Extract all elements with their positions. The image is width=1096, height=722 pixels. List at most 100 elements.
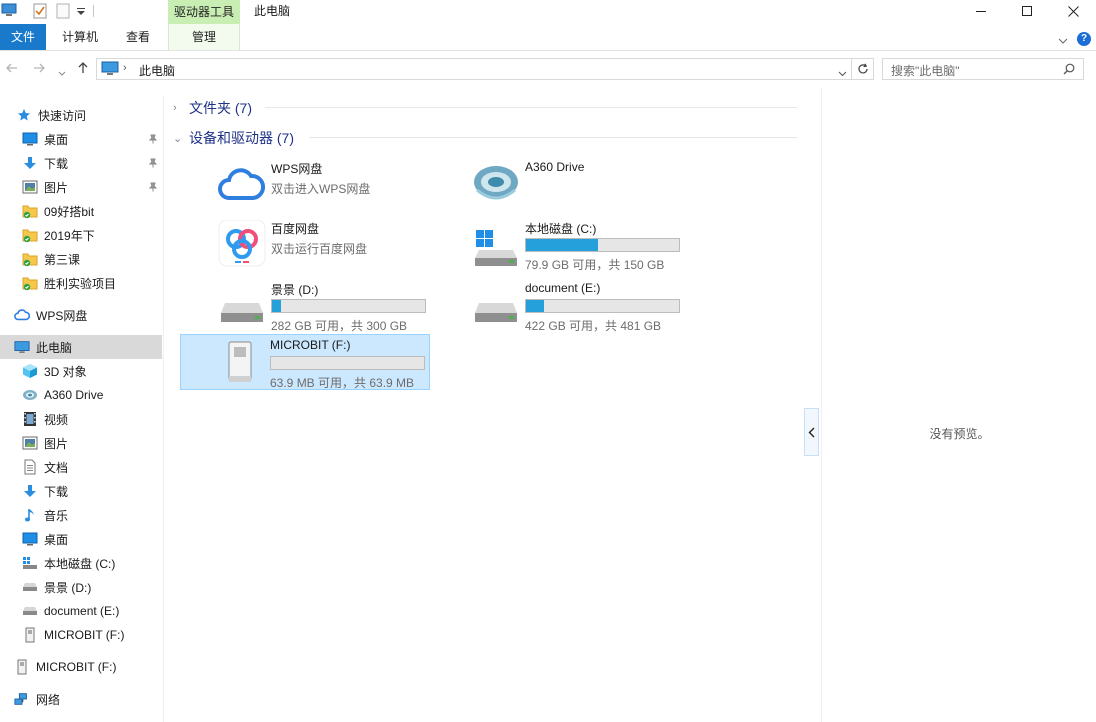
hard-drive-icon <box>471 281 521 329</box>
sidebar-item-folder-lesson3[interactable]: 第三课 <box>0 247 162 271</box>
tab-manage[interactable]: 管理 <box>168 24 240 50</box>
sidebar-item-network[interactable]: 网络 <box>0 687 162 711</box>
folder-sync-icon <box>22 251 38 267</box>
group-devices-header[interactable]: ⌄ 设备和驱动器 (7) <box>173 128 294 148</box>
sidebar-item-3d-objects[interactable]: 3D 对象 <box>0 359 162 383</box>
device-name: 本地磁盘 (C:) <box>525 222 597 236</box>
address-bar[interactable]: › 此电脑 <box>96 58 852 80</box>
desktop-icon <box>22 131 38 147</box>
group-folders-label: 文件夹 (7) <box>189 100 252 116</box>
drive-usage-bar <box>525 238 680 252</box>
sidebar-item-wps-cloud[interactable]: WPS网盘 <box>0 303 162 327</box>
up-arrow-icon[interactable] <box>77 62 89 77</box>
device-tile-baidu[interactable]: 百度网盘 双击运行百度网盘 <box>181 216 431 272</box>
sidebar-item-documents[interactable]: 文档 <box>0 455 162 479</box>
help-button[interactable]: ? <box>1077 32 1091 46</box>
ribbon-tab-bar: 文件 计算机 查看 管理 ? <box>0 24 1096 51</box>
address-history-icon[interactable] <box>838 66 847 80</box>
new-folder-icon[interactable] <box>56 3 70 22</box>
sidebar-item-drive-e[interactable]: document (E:) <box>0 599 162 623</box>
drive-usage-text: 422 GB 可用，共 481 GB <box>525 319 662 333</box>
device-name: WPS网盘 <box>271 162 323 176</box>
back-arrow-icon[interactable] <box>6 62 18 77</box>
drive-usage-text: 63.9 MB 可用，共 63.9 MB <box>270 376 415 390</box>
breadcrumb-this-pc[interactable]: 此电脑 <box>139 62 175 79</box>
drive-icon <box>22 603 38 619</box>
drive-usage-fill <box>526 300 545 312</box>
a360-icon <box>22 387 38 403</box>
device-name: 百度网盘 <box>271 222 320 236</box>
documents-icon <box>22 459 38 475</box>
pin-icon[interactable] <box>148 157 158 171</box>
device-tile-a360[interactable]: A360 Drive <box>435 156 685 212</box>
download-icon <box>22 483 38 499</box>
refresh-button[interactable] <box>852 58 874 80</box>
3d-objects-icon <box>22 363 38 379</box>
group-devices-label: 设备和驱动器 (7) <box>189 130 294 146</box>
sidebar-item-videos[interactable]: 视频 <box>0 407 162 431</box>
sidebar-item-this-pc[interactable]: 此电脑 <box>0 335 162 359</box>
recent-locations-icon[interactable] <box>58 65 66 80</box>
expand-ribbon-icon[interactable] <box>1058 33 1068 47</box>
sidebar-item-folder-project[interactable]: 胜利实验项目 <box>0 271 162 295</box>
drive-usage-fill <box>526 239 598 251</box>
pin-icon[interactable] <box>148 133 158 147</box>
tab-file[interactable]: 文件 <box>0 24 46 50</box>
device-subtitle: 双击进入WPS网盘 <box>271 182 371 196</box>
drive-tools-context-tab: 驱动器工具 <box>168 0 240 24</box>
maximize-button[interactable] <box>1004 0 1050 22</box>
device-tile-wps-cloud[interactable]: WPS网盘 双击进入WPS网盘 <box>181 156 431 212</box>
group-folders-header[interactable]: › 文件夹 (7) <box>173 98 252 118</box>
folder-sync-icon <box>22 227 38 243</box>
network-icon <box>14 691 30 707</box>
sidebar-item-drive-f[interactable]: MICROBIT (F:) <box>0 623 162 647</box>
device-tile-drive-d[interactable]: 景景 (D:) 282 GB 可用，共 300 GB <box>181 277 431 333</box>
hard-drive-icon <box>217 281 267 329</box>
breadcrumb-separator-icon[interactable]: › <box>123 62 127 74</box>
sidebar-item-pictures[interactable]: 图片 <box>0 431 162 455</box>
sidebar-item-desktop[interactable]: 桌面 <box>0 527 162 551</box>
windows-drive-icon <box>471 220 521 268</box>
search-icon[interactable] <box>1063 63 1075 78</box>
windows-drive-icon <box>22 555 38 571</box>
video-icon <box>22 411 38 427</box>
customize-quick-access-icon[interactable] <box>76 5 86 19</box>
quick-access-divider <box>93 5 94 17</box>
device-tile-drive-c[interactable]: 本地磁盘 (C:) 79.9 GB 可用，共 150 GB <box>435 216 685 272</box>
sidebar-item-music[interactable]: 音乐 <box>0 503 162 527</box>
tab-view[interactable]: 查看 <box>114 24 162 50</box>
forward-arrow-icon[interactable] <box>33 62 45 77</box>
window-title: 此电脑 <box>254 4 291 18</box>
close-button[interactable] <box>1050 0 1096 22</box>
minimize-button[interactable] <box>958 0 1004 22</box>
device-tile-drive-e[interactable]: document (E:) 422 GB 可用，共 481 GB <box>435 277 685 333</box>
preview-pane: 没有预览。 <box>821 88 1096 722</box>
pin-icon[interactable] <box>148 181 158 195</box>
usb-drive-icon <box>14 659 30 675</box>
tab-computer[interactable]: 计算机 <box>50 24 110 50</box>
sidebar-item-microbit[interactable]: MICROBIT (F:) <box>0 655 162 679</box>
preview-pane-toggle[interactable] <box>804 408 819 456</box>
drive-usage-fill <box>272 300 282 312</box>
sidebar-item-desktop-pinned[interactable]: 桌面 <box>0 127 162 151</box>
baidu-netdisk-icon <box>217 219 267 268</box>
device-name: A360 Drive <box>525 160 585 174</box>
sidebar-item-quick-access[interactable]: 快速访问 <box>0 103 162 127</box>
sidebar-item-drive-c[interactable]: 本地磁盘 (C:) <box>0 551 162 575</box>
sidebar-item-drive-d[interactable]: 景景 (D:) <box>0 575 162 599</box>
close-icon <box>1067 5 1079 17</box>
search-input[interactable]: 搜索"此电脑" <box>891 62 960 79</box>
device-tile-drive-f[interactable]: MICROBIT (F:) 63.9 MB 可用，共 63.9 MB <box>180 334 430 390</box>
search-box[interactable]: 搜索"此电脑" <box>882 58 1084 80</box>
maximize-icon <box>1022 6 1032 16</box>
sidebar-item-a360[interactable]: A360 Drive <box>0 383 162 407</box>
sidebar-item-folder-2019[interactable]: 2019年下 <box>0 223 162 247</box>
sidebar-item-pictures-pinned[interactable]: 图片 <box>0 175 162 199</box>
sidebar-item-downloads-pinned[interactable]: 下载 <box>0 151 162 175</box>
computer-icon[interactable] <box>1 3 17 20</box>
sidebar-item-folder-09[interactable]: 09好搭bit <box>0 199 162 223</box>
usb-drive-icon <box>216 338 266 386</box>
sidebar-item-downloads[interactable]: 下载 <box>0 479 162 503</box>
minimize-icon <box>976 11 986 12</box>
properties-icon[interactable] <box>33 3 47 22</box>
